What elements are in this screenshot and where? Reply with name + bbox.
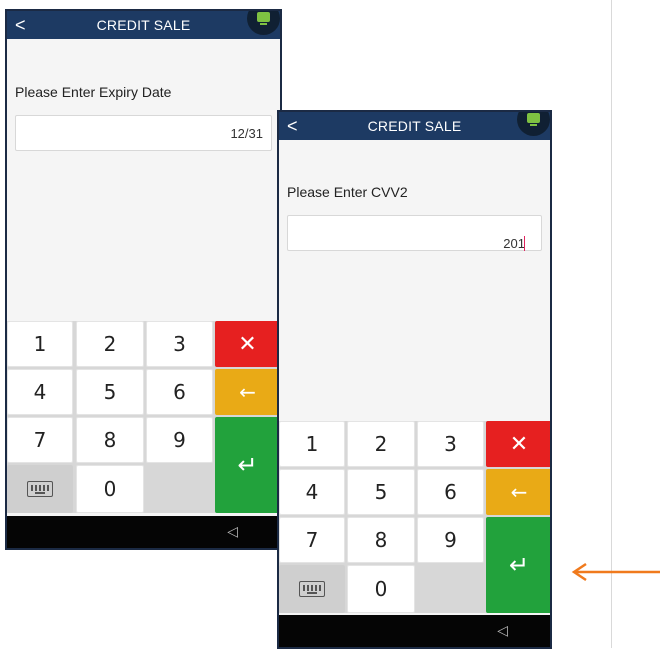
input-prompt: Please Enter CVV2 <box>287 184 408 200</box>
key-6[interactable]: 6 <box>417 469 484 515</box>
text-caret <box>524 236 525 251</box>
title-bar: < CREDIT SALE <box>7 11 280 39</box>
screen-title: CREDIT SALE <box>96 17 191 33</box>
enter-button[interactable]: ↵ <box>486 517 550 613</box>
key-3[interactable]: 3 <box>417 421 484 467</box>
backspace-button[interactable]: ← <box>215 369 280 415</box>
key-0[interactable]: 0 <box>76 465 144 513</box>
expiry-date-screen: < CREDIT SALE Please Enter Expiry Date 1… <box>5 9 282 550</box>
cvv2-value: 201 <box>503 236 525 251</box>
title-bar: < CREDIT SALE <box>279 112 550 140</box>
page-divider-line <box>611 0 612 648</box>
screen-title: CREDIT SALE <box>367 118 462 134</box>
numeric-keypad: 1 2 3 ✕ 4 5 6 ← 7 8 9 ↵ 0 <box>279 421 550 613</box>
key-3[interactable]: 3 <box>146 321 213 367</box>
key-1[interactable]: 1 <box>279 421 345 467</box>
enter-button[interactable]: ↵ <box>215 417 280 513</box>
nav-back-icon[interactable]: ◁ <box>227 523 238 540</box>
expiry-date-input[interactable]: 12/31 <box>15 115 272 151</box>
android-nav-bar: ◁ <box>279 615 550 647</box>
nav-back-icon[interactable]: ◁ <box>497 622 508 639</box>
key-5[interactable]: 5 <box>76 369 144 415</box>
key-7[interactable]: 7 <box>279 517 345 563</box>
key-1[interactable]: 1 <box>7 321 73 367</box>
cvv2-screen: < CREDIT SALE Please Enter CVV2 201 1 2 … <box>277 110 552 649</box>
key-6[interactable]: 6 <box>146 369 213 415</box>
key-0[interactable]: 0 <box>347 565 415 613</box>
cancel-button[interactable]: ✕ <box>215 321 280 367</box>
key-4[interactable]: 4 <box>7 369 73 415</box>
cvv2-input[interactable]: 201 <box>287 215 542 251</box>
expiry-date-value: 12/31 <box>230 126 263 141</box>
key-7[interactable]: 7 <box>7 417 73 463</box>
key-8[interactable]: 8 <box>347 517 415 563</box>
cancel-button[interactable]: ✕ <box>486 421 550 467</box>
key-5[interactable]: 5 <box>347 469 415 515</box>
keyboard-icon <box>299 581 325 597</box>
key-8[interactable]: 8 <box>76 417 144 463</box>
key-4[interactable]: 4 <box>279 469 345 515</box>
key-9[interactable]: 9 <box>146 417 213 463</box>
annotation-arrow-icon <box>571 562 660 582</box>
key-2[interactable]: 2 <box>76 321 144 367</box>
keyboard-toggle-button[interactable] <box>279 565 345 613</box>
backspace-button[interactable]: ← <box>486 469 550 515</box>
keyboard-toggle-button[interactable] <box>7 465 73 513</box>
input-prompt: Please Enter Expiry Date <box>15 84 172 100</box>
key-2[interactable]: 2 <box>347 421 415 467</box>
numeric-keypad: 1 2 3 ✕ 4 5 6 ← 7 8 9 ↵ 0 <box>7 321 280 513</box>
keyboard-icon <box>27 481 53 497</box>
android-nav-bar: ◁ <box>7 516 280 548</box>
key-9[interactable]: 9 <box>417 517 484 563</box>
